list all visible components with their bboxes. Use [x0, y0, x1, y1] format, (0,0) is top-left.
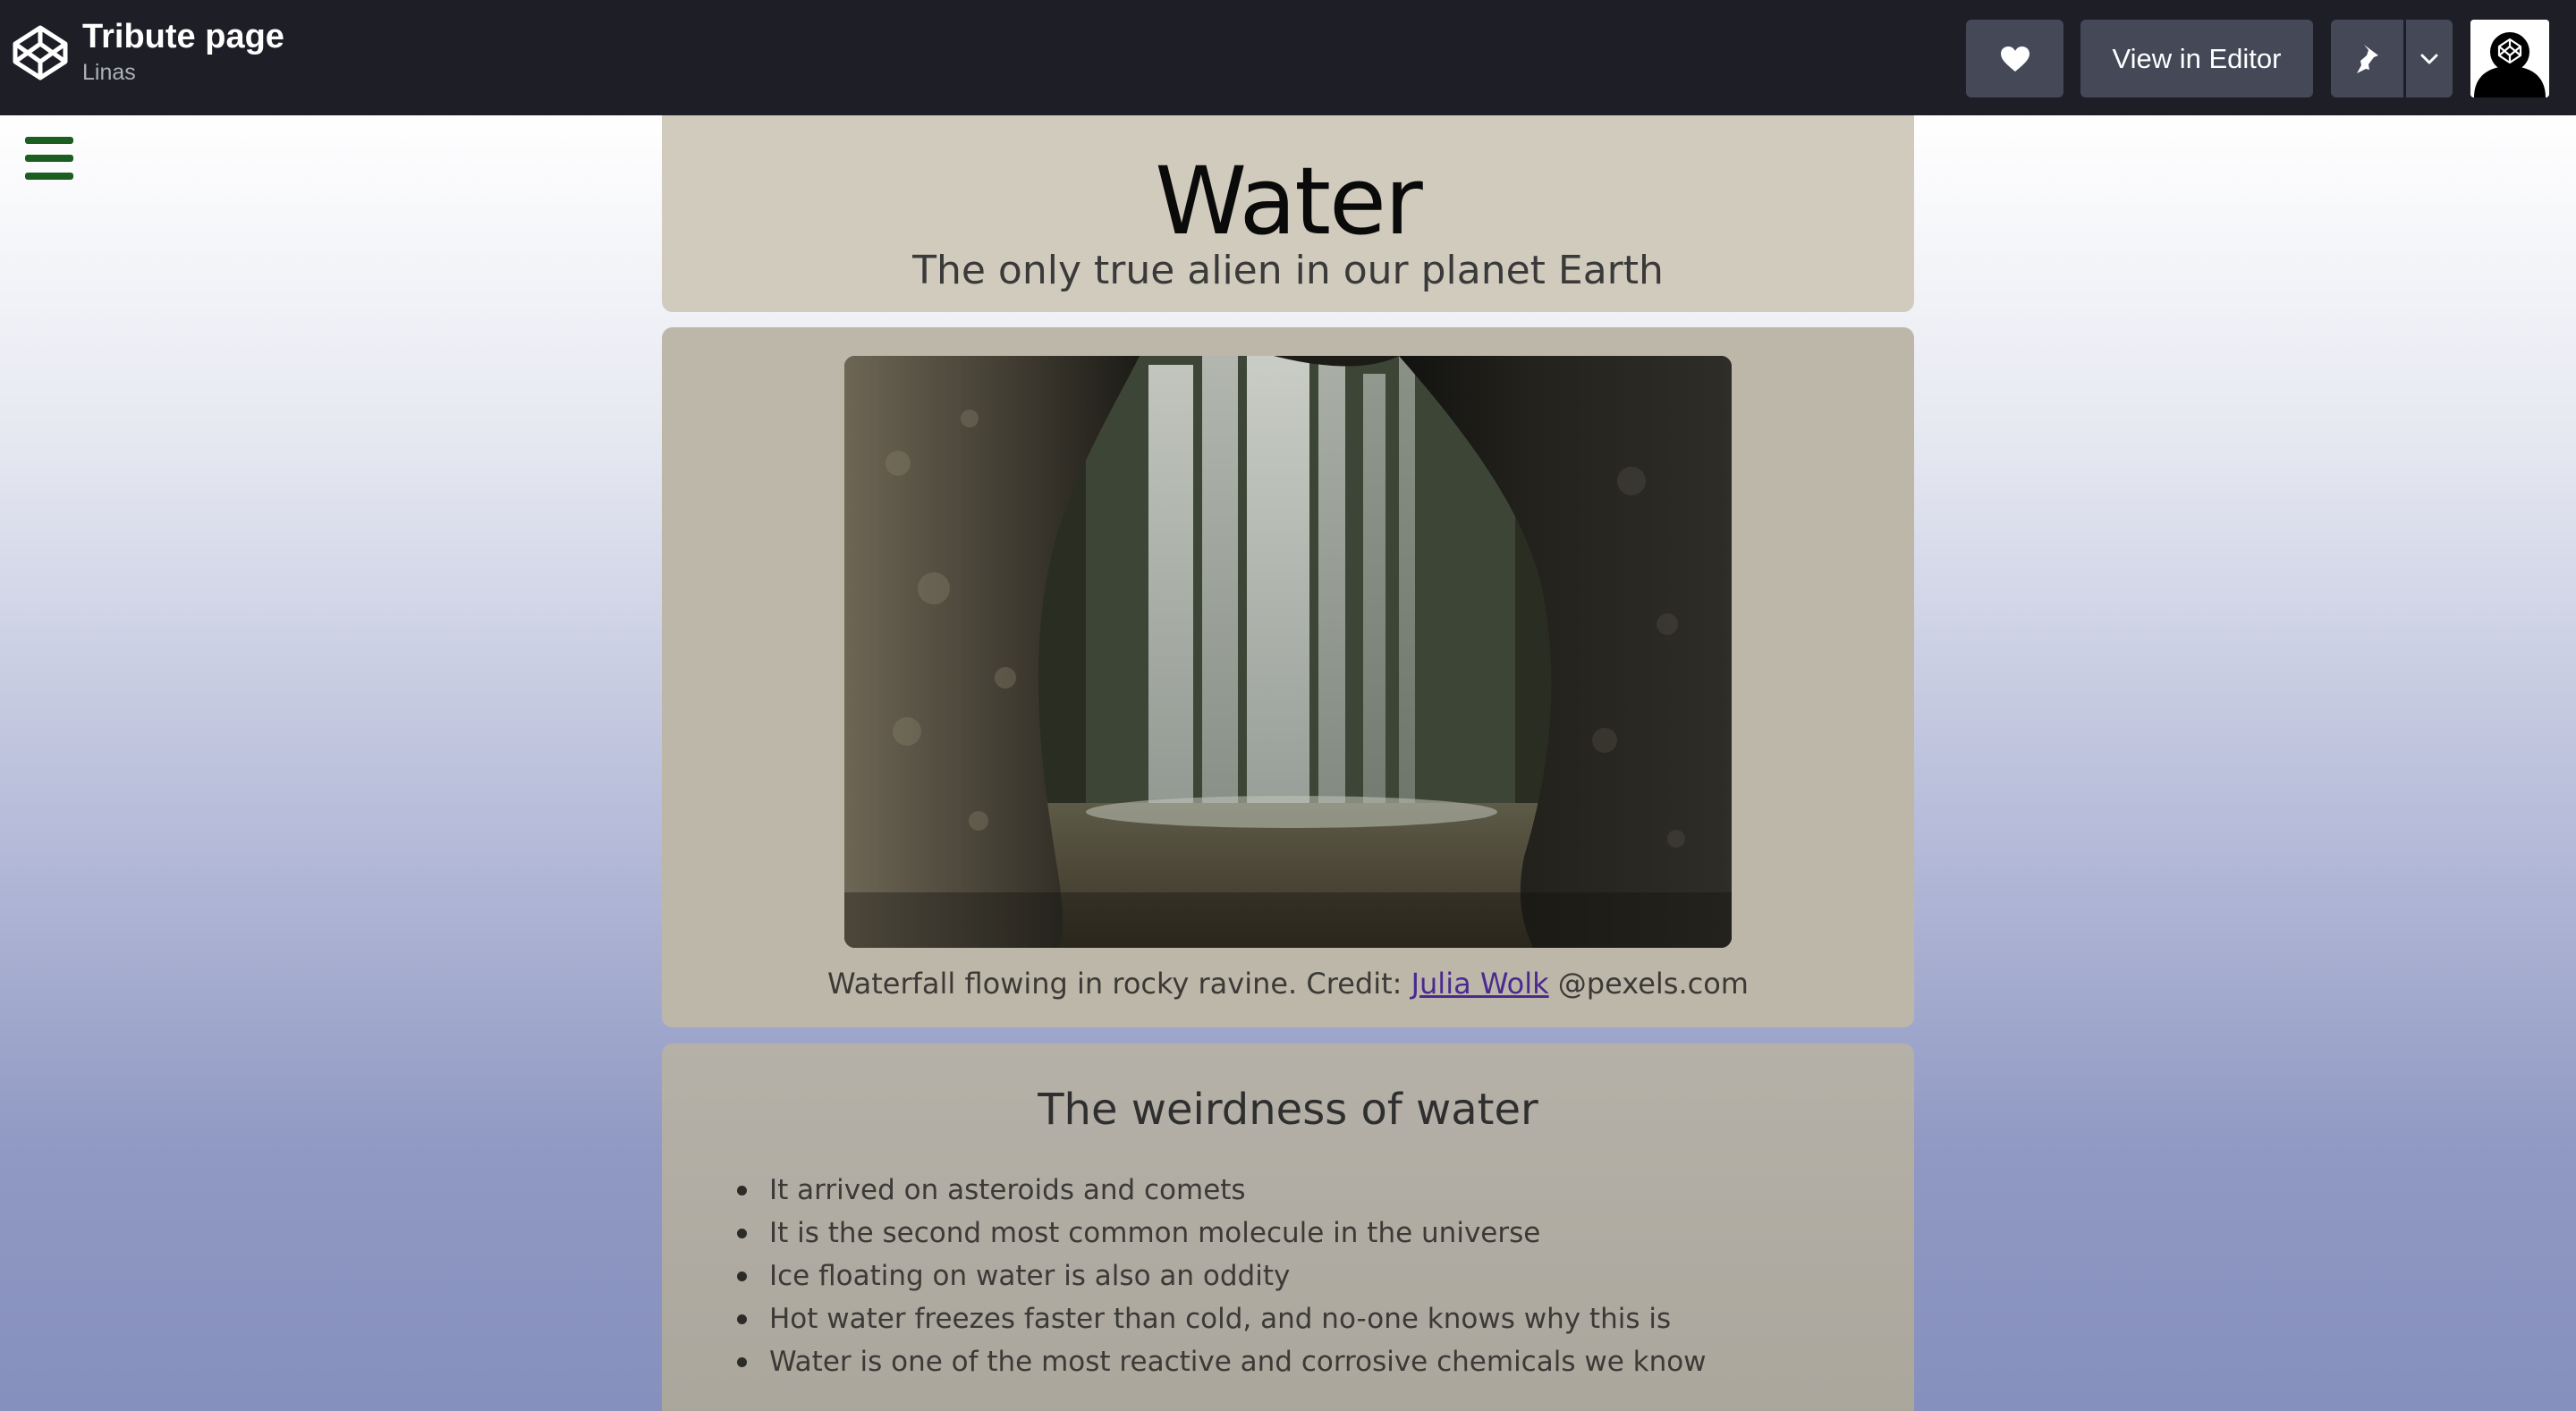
credit-link[interactable]: Julia Wolk [1411, 967, 1549, 1001]
view-in-editor-button[interactable]: View in Editor [2080, 20, 2313, 97]
tribute-page: Water The only true alien in our planet … [0, 115, 2576, 1411]
list-item: It arrived on asteroids and comets [733, 1169, 1707, 1212]
pen-title-block: Tribute page Linas [82, 16, 284, 88]
pen-author[interactable]: Linas [82, 57, 284, 88]
pin-options-dropdown[interactable] [2406, 20, 2453, 97]
image-caption: Waterfall flowing in rocky ravine. Credi… [662, 964, 1914, 1003]
waterfall-photo [844, 356, 1732, 948]
caption-prefix: Waterfall flowing in rocky ravine. Credi… [827, 967, 1411, 1001]
codepen-logo-icon[interactable] [11, 23, 70, 82]
pen-title[interactable]: Tribute page [82, 16, 284, 57]
caption-suffix: @pexels.com [1548, 967, 1749, 1001]
pin-button[interactable] [2331, 20, 2403, 97]
pin-icon [2356, 44, 2378, 73]
facts-heading: The weirdness of water [1038, 1085, 1538, 1135]
heart-icon [2000, 46, 2029, 72]
chevron-down-icon [2420, 54, 2438, 63]
facts-card: The weirdness of water It arrived on ast… [662, 1043, 1914, 1411]
hamburger-menu-icon[interactable] [25, 137, 73, 180]
image-card: Waterfall flowing in rocky ravine. Credi… [662, 327, 1914, 1027]
user-avatar[interactable] [2470, 20, 2549, 97]
waterfall-image [844, 356, 1732, 948]
top-bar: Tribute page Linas View in Editor [0, 0, 2576, 115]
like-button[interactable] [1966, 20, 2063, 97]
list-item: Hot water freezes faster than cold, and … [733, 1297, 1707, 1340]
page-subtitle: The only true alien in our planet Earth [912, 248, 1664, 293]
list-item: Water is one of the most reactive and co… [733, 1340, 1707, 1383]
list-item: It is the second most common molecule in… [733, 1212, 1707, 1255]
avatar-icon [2470, 20, 2549, 97]
facts-list: It arrived on asteroids and comets It is… [733, 1169, 1707, 1383]
page-title: Water [1155, 147, 1422, 256]
title-card: Water The only true alien in our planet … [662, 115, 1914, 312]
list-item: Ice floating on water is also an oddity [733, 1255, 1707, 1297]
